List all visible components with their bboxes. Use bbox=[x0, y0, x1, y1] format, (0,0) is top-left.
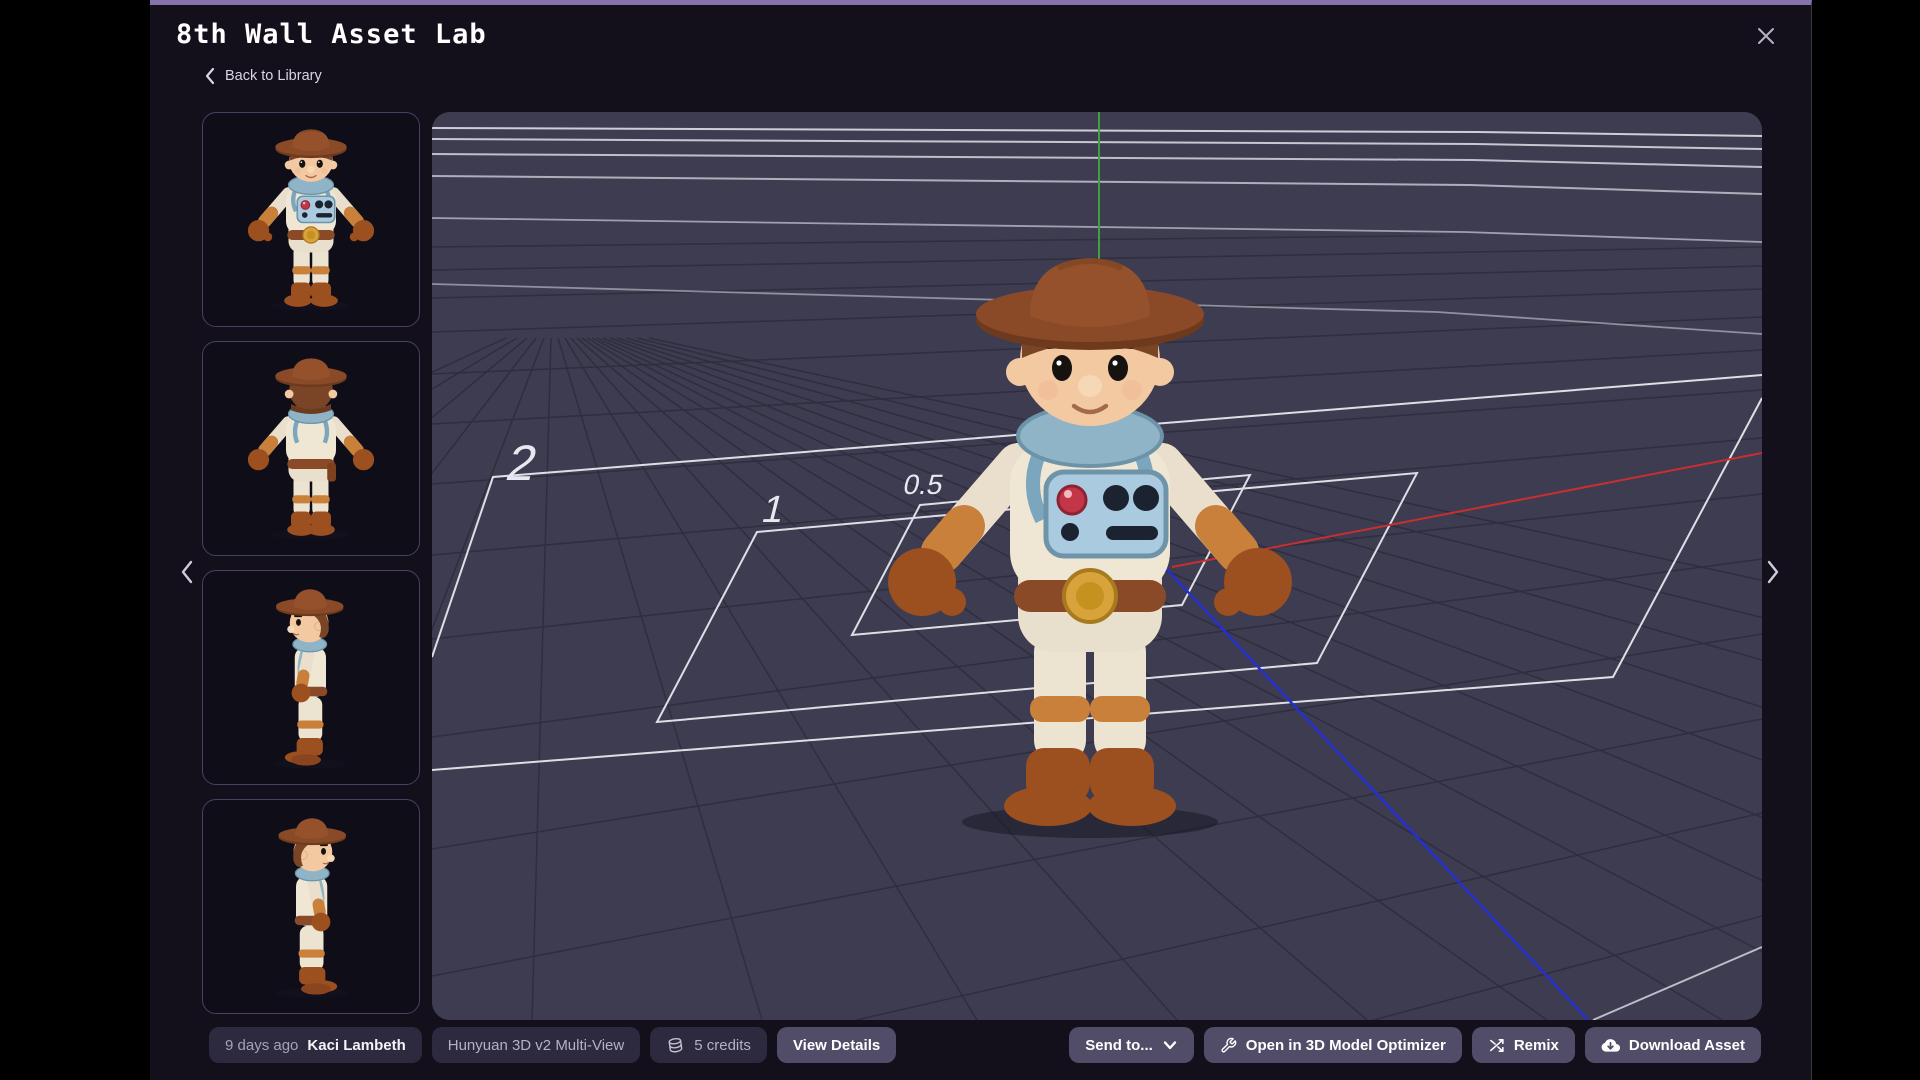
carousel-next-button[interactable] bbox=[1760, 556, 1786, 588]
thumbnail-back-view[interactable] bbox=[202, 341, 420, 556]
3d-viewport[interactable]: 2 1 0.5 bbox=[432, 112, 1762, 1020]
close-button[interactable] bbox=[1751, 21, 1781, 51]
model-name: Hunyuan 3D v2 Multi-View bbox=[448, 1037, 624, 1054]
remix-label: Remix bbox=[1514, 1037, 1559, 1054]
thumbnail-front-view[interactable] bbox=[202, 112, 420, 327]
coins-icon bbox=[665, 1034, 686, 1055]
download-asset-label: Download Asset bbox=[1629, 1037, 1745, 1054]
shuffle-icon bbox=[1488, 1037, 1505, 1054]
chevron-down-icon bbox=[1162, 1038, 1178, 1052]
model-pill: Hunyuan 3D v2 Multi-View bbox=[432, 1027, 640, 1063]
credits-pill: 5 credits bbox=[650, 1027, 767, 1063]
download-asset-button[interactable]: Download Asset bbox=[1585, 1027, 1761, 1063]
thumbnail-right-profile-view[interactable] bbox=[202, 799, 420, 1014]
view-details-label: View Details bbox=[793, 1037, 880, 1054]
cloud-download-icon bbox=[1601, 1037, 1620, 1054]
view-thumbnail-list bbox=[202, 112, 420, 1028]
remix-button[interactable]: Remix bbox=[1472, 1027, 1575, 1063]
credits-label: 5 credits bbox=[694, 1037, 751, 1054]
chevron-right-icon bbox=[1765, 559, 1781, 585]
bottom-toolbar: 9 days ago Kaci Lambeth Hunyuan 3D v2 Mu… bbox=[209, 1027, 1761, 1063]
back-to-library-label: Back to Library bbox=[225, 68, 322, 84]
3d-scene: 2 1 0.5 bbox=[432, 112, 1762, 1020]
character-back-image bbox=[236, 355, 386, 543]
carousel-prev-button[interactable] bbox=[174, 556, 200, 588]
character-left-profile-image bbox=[236, 584, 386, 772]
wrench-icon bbox=[1220, 1037, 1237, 1054]
asset-lab-modal: 8th Wall Asset Lab Back to Library bbox=[150, 0, 1812, 1080]
send-to-button[interactable]: Send to... bbox=[1069, 1027, 1194, 1063]
close-icon bbox=[1757, 27, 1775, 45]
thumbnail-left-profile-view[interactable] bbox=[202, 570, 420, 785]
owner-name: Kaci Lambeth bbox=[307, 1037, 405, 1054]
back-to-library-link[interactable]: Back to Library bbox=[204, 67, 322, 85]
view-details-button[interactable]: View Details bbox=[777, 1027, 896, 1063]
timestamp: 9 days ago bbox=[225, 1037, 298, 1054]
character-front-image bbox=[236, 126, 386, 314]
scale-label-05: 0.5 bbox=[901, 468, 947, 500]
chevron-left-icon bbox=[179, 559, 195, 585]
page-title: 8th Wall Asset Lab bbox=[176, 19, 487, 50]
asset-meta-pill: 9 days ago Kaci Lambeth bbox=[209, 1027, 422, 1063]
send-to-label: Send to... bbox=[1085, 1037, 1153, 1054]
open-in-optimizer-button[interactable]: Open in 3D Model Optimizer bbox=[1204, 1027, 1462, 1063]
chevron-left-icon bbox=[204, 67, 216, 85]
character-right-profile-image bbox=[236, 813, 386, 1001]
open-in-optimizer-label: Open in 3D Model Optimizer bbox=[1246, 1037, 1446, 1054]
